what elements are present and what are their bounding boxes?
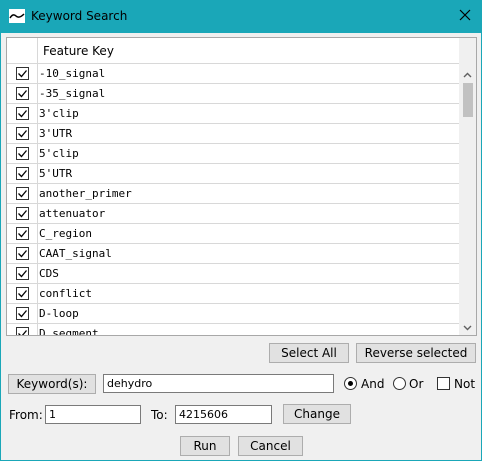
table-rows: -10_signal -35_signal 3'clip 3'UTR 5'clip 5'U… bbox=[7, 64, 459, 336]
or-label: Or bbox=[409, 377, 424, 391]
and-radio[interactable] bbox=[344, 377, 357, 390]
table-row[interactable]: 3'clip bbox=[7, 104, 459, 124]
table-row[interactable]: attenuator bbox=[7, 204, 459, 224]
run-button[interactable]: Run bbox=[180, 436, 230, 456]
feature-key-cell: -10_signal bbox=[39, 67, 106, 80]
scroll-up-button[interactable] bbox=[459, 65, 476, 82]
row-check-cell bbox=[7, 244, 38, 264]
keywords-button[interactable]: Keyword(s): bbox=[8, 374, 96, 394]
table-row[interactable]: -35_signal bbox=[7, 84, 459, 104]
row-checkbox[interactable] bbox=[16, 327, 29, 335]
to-input[interactable]: 4215606 bbox=[175, 405, 272, 424]
window-title: Keyword Search bbox=[31, 9, 128, 23]
keyword-input[interactable]: dehydro bbox=[103, 374, 334, 393]
row-check-cell bbox=[7, 124, 38, 144]
table-row[interactable]: D-loop bbox=[7, 304, 459, 324]
chevron-up-icon bbox=[463, 67, 472, 81]
row-checkbox[interactable] bbox=[16, 187, 29, 200]
from-input[interactable]: 1 bbox=[45, 405, 141, 424]
feature-key-cell: CDS bbox=[39, 267, 59, 280]
feature-key-cell: -35_signal bbox=[39, 87, 106, 100]
row-check-cell bbox=[7, 84, 38, 104]
or-radio[interactable] bbox=[393, 377, 406, 390]
table-row[interactable]: D_segment bbox=[7, 324, 459, 336]
reverse-selected-button[interactable]: Reverse selected bbox=[356, 343, 476, 363]
row-check-cell bbox=[7, 304, 38, 324]
header-check-column[interactable] bbox=[7, 38, 38, 64]
close-icon bbox=[459, 9, 471, 24]
row-check-cell bbox=[7, 184, 38, 204]
from-label: From: bbox=[9, 408, 43, 422]
table-row[interactable]: 3'UTR bbox=[7, 124, 459, 144]
app-logo-icon bbox=[9, 9, 25, 23]
feature-key-cell: 3'clip bbox=[39, 107, 79, 120]
table-row[interactable]: another_primer bbox=[7, 184, 459, 204]
row-checkbox[interactable] bbox=[16, 227, 29, 240]
not-label: Not bbox=[454, 377, 476, 391]
select-all-button[interactable]: Select All bbox=[269, 343, 349, 363]
cancel-button[interactable]: Cancel bbox=[238, 436, 303, 456]
change-button[interactable]: Change bbox=[283, 404, 351, 424]
feature-key-cell: conflict bbox=[39, 287, 92, 300]
row-checkbox[interactable] bbox=[16, 307, 29, 320]
row-checkbox[interactable] bbox=[16, 87, 29, 100]
feature-key-cell: another_primer bbox=[39, 187, 132, 200]
feature-key-cell: D-loop bbox=[39, 307, 79, 320]
row-check-cell bbox=[7, 164, 38, 184]
row-checkbox[interactable] bbox=[16, 247, 29, 260]
row-check-cell bbox=[7, 224, 38, 244]
row-check-cell bbox=[7, 324, 38, 335]
row-check-cell bbox=[7, 284, 38, 304]
scroll-down-button[interactable] bbox=[459, 318, 476, 335]
table-row[interactable]: -10_signal bbox=[7, 64, 459, 84]
row-checkbox[interactable] bbox=[16, 167, 29, 180]
row-checkbox[interactable] bbox=[16, 207, 29, 220]
row-check-cell bbox=[7, 64, 38, 84]
scrollbar-thumb[interactable] bbox=[463, 83, 473, 117]
feature-key-cell: D_segment bbox=[39, 327, 99, 336]
row-check-cell bbox=[7, 264, 38, 284]
keyword-search-dialog: Keyword Search Feature Key -10_signal -35… bbox=[0, 0, 482, 461]
table-row[interactable]: conflict bbox=[7, 284, 459, 304]
row-check-cell bbox=[7, 204, 38, 224]
row-checkbox[interactable] bbox=[16, 267, 29, 280]
feature-key-cell: 5'clip bbox=[39, 147, 79, 160]
row-check-cell bbox=[7, 104, 38, 124]
table-row[interactable]: C_region bbox=[7, 224, 459, 244]
title-bar[interactable]: Keyword Search bbox=[1, 0, 482, 33]
row-check-cell bbox=[7, 144, 38, 164]
table-row[interactable]: 5'UTR bbox=[7, 164, 459, 184]
table-header: Feature Key bbox=[7, 38, 459, 64]
feature-key-cell: CAAT_signal bbox=[39, 247, 112, 260]
to-label: To: bbox=[151, 408, 168, 422]
chevron-down-icon bbox=[463, 320, 472, 334]
row-checkbox[interactable] bbox=[16, 127, 29, 140]
row-checkbox[interactable] bbox=[16, 67, 29, 80]
feature-key-cell: C_region bbox=[39, 227, 92, 240]
feature-key-cell: attenuator bbox=[39, 207, 106, 220]
column-header-feature-key[interactable]: Feature Key bbox=[43, 44, 114, 58]
not-checkbox[interactable] bbox=[437, 377, 450, 390]
feature-key-cell: 3'UTR bbox=[39, 127, 73, 140]
row-checkbox[interactable] bbox=[16, 147, 29, 160]
vertical-scrollbar[interactable] bbox=[459, 38, 476, 335]
and-label: And bbox=[361, 377, 385, 391]
row-checkbox[interactable] bbox=[16, 287, 29, 300]
close-button[interactable] bbox=[449, 2, 481, 31]
row-checkbox[interactable] bbox=[16, 107, 29, 120]
table-row[interactable]: CAAT_signal bbox=[7, 244, 459, 264]
table-row[interactable]: 5'clip bbox=[7, 144, 459, 164]
table-row[interactable]: CDS bbox=[7, 264, 459, 284]
feature-key-table: Feature Key -10_signal -35_signal 3'clip 3'… bbox=[6, 37, 477, 336]
feature-key-cell: 5'UTR bbox=[39, 167, 73, 180]
